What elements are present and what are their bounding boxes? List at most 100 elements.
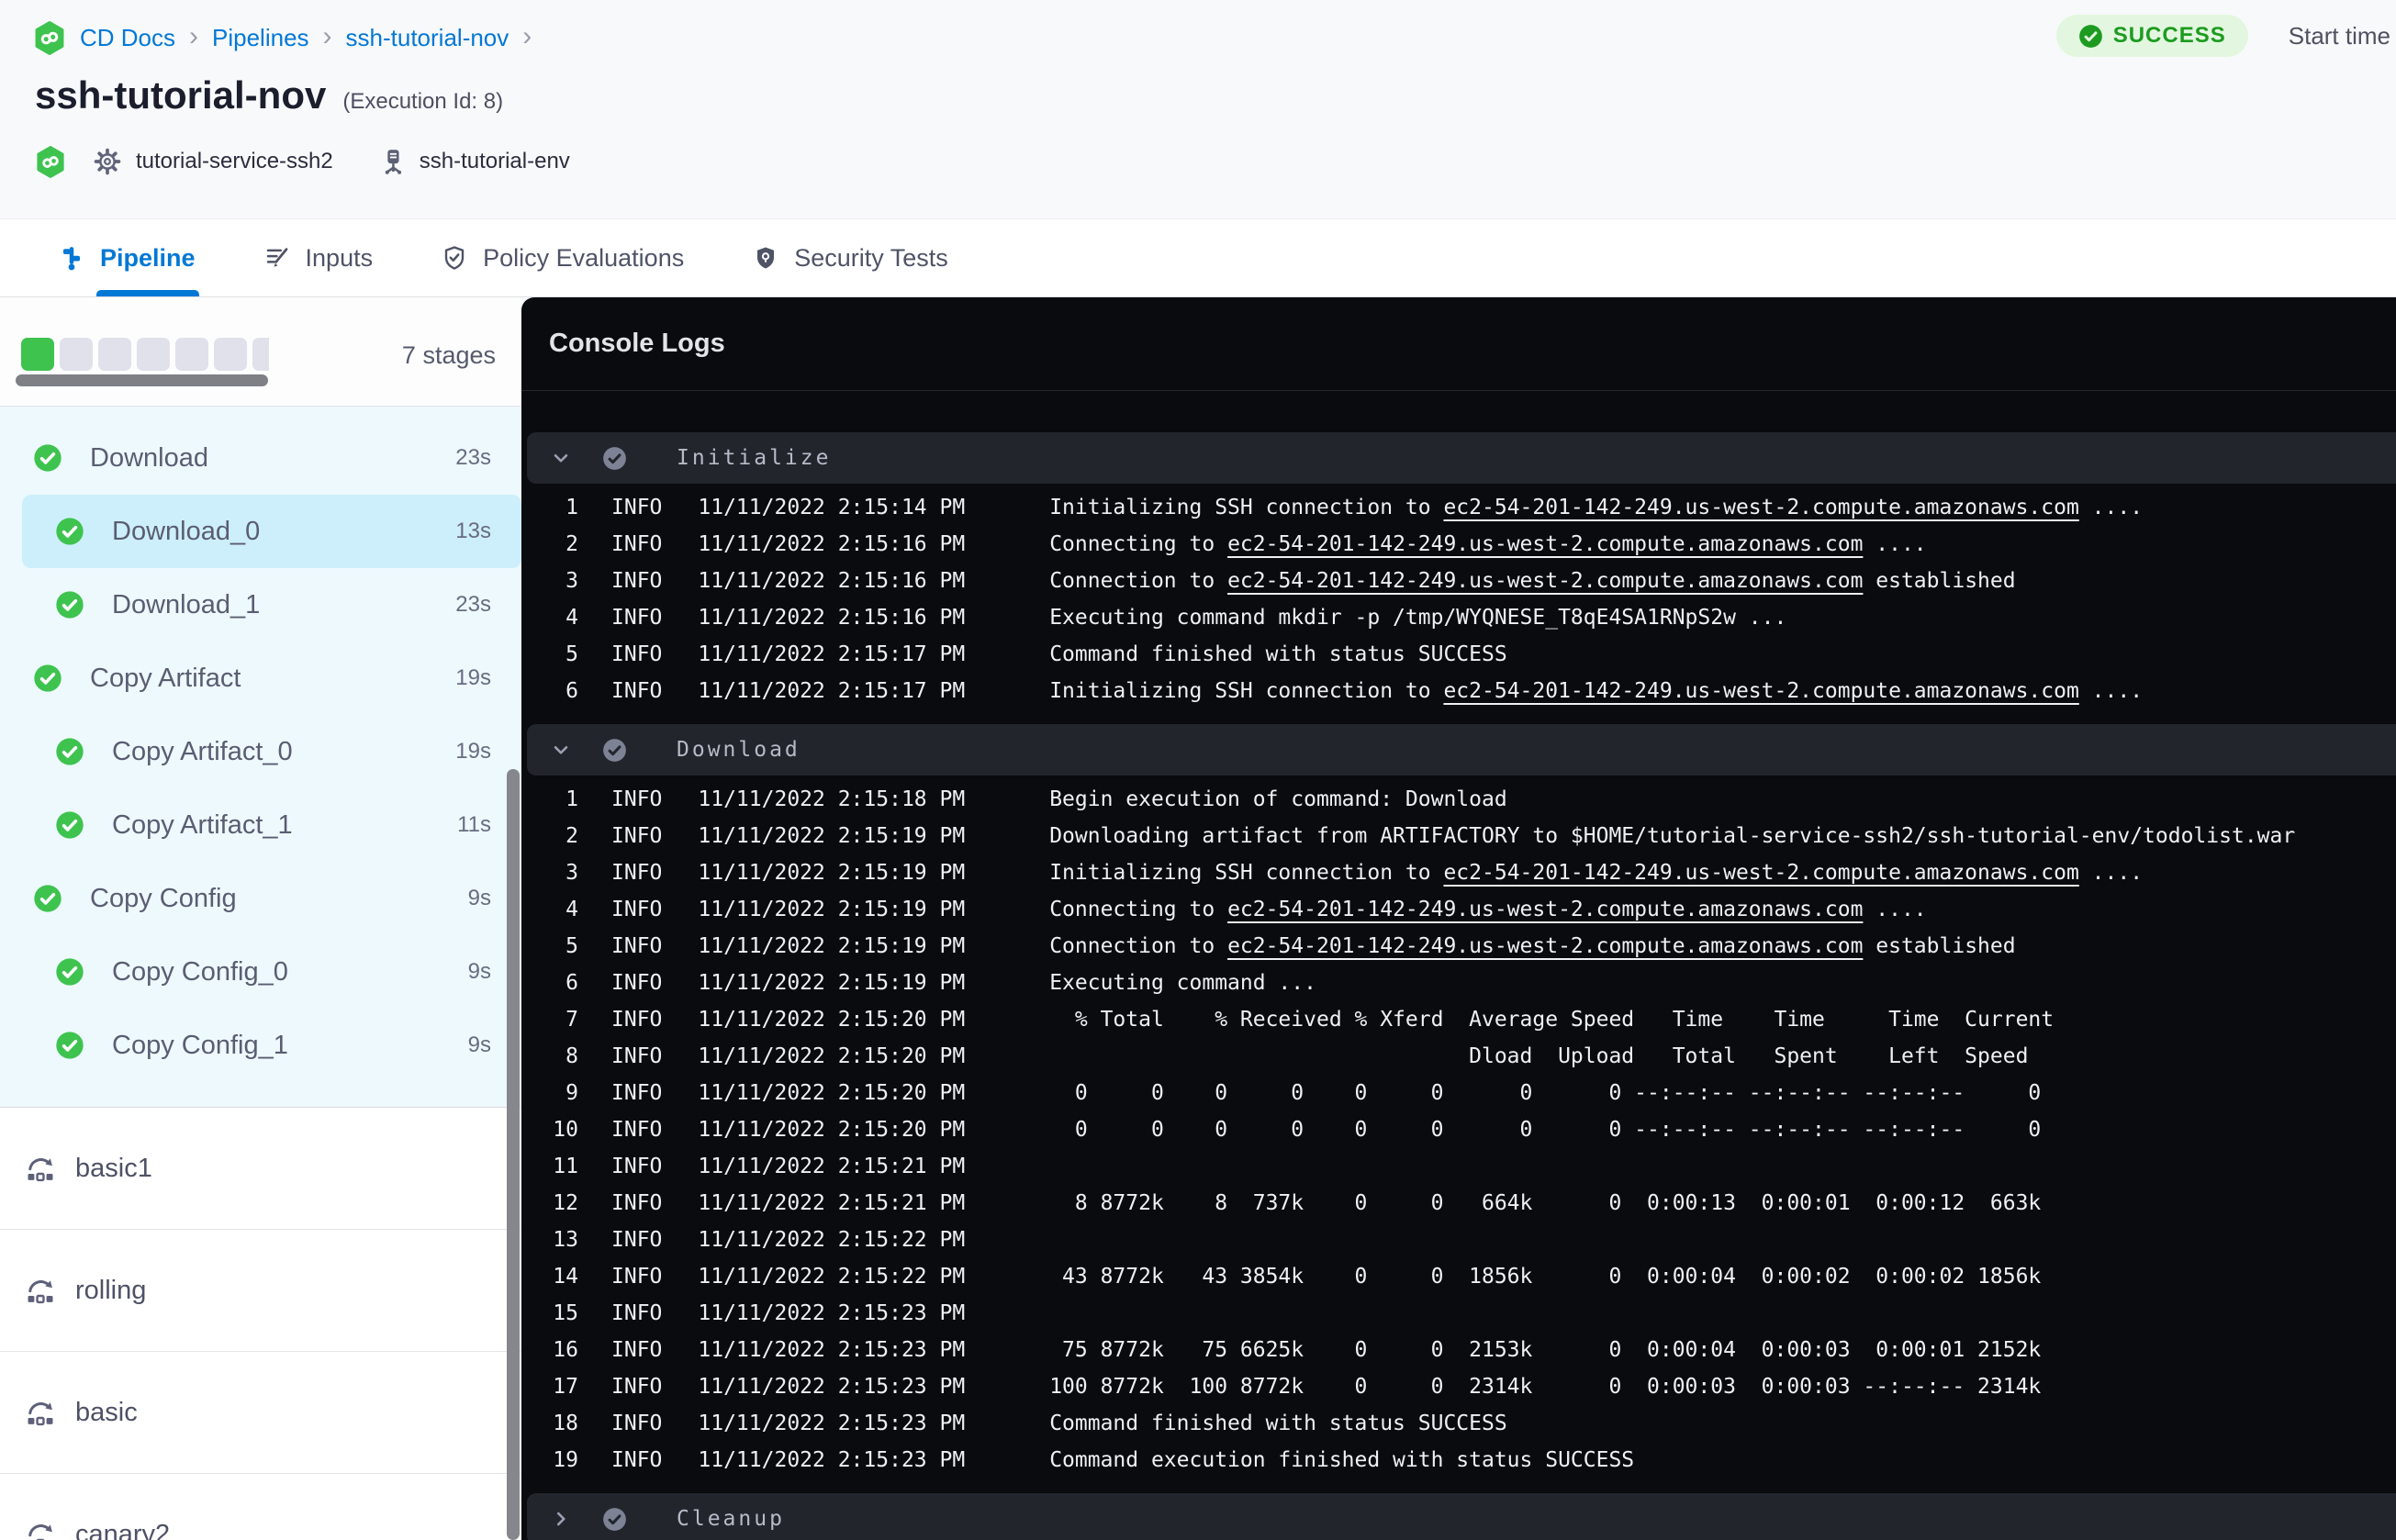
harness-module-icon (33, 20, 66, 56)
log-level: INFO (611, 679, 663, 703)
stage-duration: 9s (467, 1032, 491, 1057)
log-level: INFO (611, 606, 663, 630)
log-host-link[interactable]: ec2-54-201-142-249.us-west-2.compute.ama… (1443, 679, 2078, 703)
stage-group-icon (24, 1518, 57, 1540)
stage-name: Download_1 (112, 589, 261, 619)
log-host-link[interactable]: ec2-54-201-142-249.us-west-2.compute.ama… (1227, 934, 1863, 958)
stage-group-name: basic (75, 1397, 138, 1427)
stage-item-copy-artifact-0[interactable]: Copy Artifact_0 19s (0, 715, 521, 788)
stage-name: Copy Artifact_0 (112, 736, 293, 766)
inputs-icon (263, 244, 291, 272)
log-timestamp: 11/11/2022 2:15:23 PM (698, 1375, 966, 1399)
log-timestamp: 11/11/2022 2:15:16 PM (698, 532, 966, 556)
service-name[interactable]: tutorial-service-ssh2 (136, 149, 333, 174)
log-line-number: 14 (553, 1265, 578, 1289)
log-level: INFO (611, 1081, 663, 1105)
log-level: INFO (611, 1191, 663, 1215)
breadcrumb-link-pipelines[interactable]: Pipelines (212, 24, 309, 52)
breadcrumb-link-pipeline-name[interactable]: ssh-tutorial-nov (346, 24, 509, 52)
log-message: 0 0 0 0 0 0 0 0 --:--:-- --:--:-- --:--:… (1049, 1118, 2041, 1142)
start-time-label[interactable]: Start time (2289, 22, 2390, 50)
log-timestamp: 11/11/2022 2:15:20 PM (698, 1118, 966, 1142)
stage-item-copy-config-1[interactable]: Copy Config_1 9s (0, 1009, 521, 1082)
log-message: Connection to ec2-54-201-142-249.us-west… (1049, 569, 2015, 593)
log-host-link[interactable]: ec2-54-201-142-249.us-west-2.compute.ama… (1227, 569, 1863, 593)
service-environment-row: tutorial-service-ssh2 ssh-tutorial-env (35, 138, 570, 185)
log-line: 8 INFO 11/11/2022 2:15:20 PM Dload Upload … (521, 1038, 2396, 1075)
log-text: 0 0 0 0 0 0 0 0 --:--:-- --:--:-- --:--:… (1049, 1118, 2042, 1142)
log-message: Dload Upload Total Spent Left Speed (1049, 1044, 2028, 1068)
tab-policy-evaluations[interactable]: Policy Evaluations (441, 219, 684, 296)
log-host-link[interactable]: ec2-54-201-142-249.us-west-2.compute.ama… (1443, 861, 2078, 885)
log-section-header-initialize[interactable]: Initialize (527, 432, 2396, 484)
log-text: 100 8772k 100 8772k 0 0 2314k 0 0:00:03 … (1049, 1375, 2042, 1399)
page-title: ssh-tutorial-nov (35, 73, 327, 117)
log-line-number: 1 (565, 496, 578, 519)
vertical-scrollbar[interactable] (507, 769, 520, 1540)
log-line: 15 INFO 11/11/2022 2:15:23 PM (521, 1295, 2396, 1332)
log-text: .... (1863, 532, 1927, 556)
tab-label: Policy Evaluations (483, 243, 685, 272)
stage-name: Download (90, 442, 208, 473)
breadcrumb-separator-icon: › (322, 20, 332, 51)
check-circle-icon (33, 443, 62, 473)
stage-duration: 23s (455, 592, 491, 617)
horizontal-scrollbar[interactable] (16, 374, 268, 386)
stage-item-copy-config[interactable]: Copy Config 9s (0, 862, 521, 935)
stage-progress-squares (21, 338, 269, 373)
stage-item-copy-artifact-1[interactable]: Copy Artifact_1 11s (0, 788, 521, 862)
stage-item-download[interactable]: Download 23s (0, 421, 521, 495)
log-host-link[interactable]: ec2-54-201-142-249.us-west-2.compute.ama… (1227, 898, 1863, 921)
environment-name[interactable]: ssh-tutorial-env (420, 149, 570, 174)
check-circle-icon (33, 884, 62, 913)
tab-label: Pipeline (96, 219, 199, 296)
log-level: INFO (611, 1375, 663, 1399)
log-section-header-download[interactable]: Download (527, 724, 2396, 776)
check-circle-icon (55, 590, 84, 619)
tab-pipeline[interactable]: Pipeline (58, 219, 199, 296)
log-level: INFO (611, 971, 663, 995)
log-host-link[interactable]: ec2-54-201-142-249.us-west-2.compute.ama… (1227, 532, 1863, 556)
execution-id-label: (Execution Id: 8) (342, 89, 504, 114)
stage-group-rolling[interactable]: rolling (0, 1230, 521, 1352)
log-lines: 1 INFO 11/11/2022 2:15:18 PM Begin executio… (521, 776, 2396, 1484)
breadcrumb-link-cd-docs[interactable]: CD Docs (80, 24, 175, 52)
tab-inputs[interactable]: Inputs (263, 219, 373, 296)
log-section-header-cleanup[interactable]: Cleanup (527, 1493, 2396, 1540)
stage-item-download-0[interactable]: Download_0 13s (22, 495, 521, 568)
log-line: 5 INFO 11/11/2022 2:15:19 PM Connection to … (521, 928, 2396, 965)
log-line: 1 INFO 11/11/2022 2:15:18 PM Begin executio… (521, 781, 2396, 818)
log-text: .... (1863, 898, 1927, 921)
stage-group-basic[interactable]: basic (0, 1352, 521, 1474)
stage-item-copy-artifact[interactable]: Copy Artifact 19s (0, 642, 521, 715)
log-text: Executing command ... (1049, 971, 1316, 995)
log-section-title: Cleanup (677, 1507, 785, 1531)
log-level: INFO (611, 1448, 663, 1472)
stage-group-name: basic1 (75, 1153, 152, 1183)
log-message: Command finished with status SUCCESS (1049, 1412, 1507, 1435)
log-host-link[interactable]: ec2-54-201-142-249.us-west-2.compute.ama… (1443, 496, 2078, 519)
header-right: SUCCESS Start time (2055, 15, 2390, 57)
stage-duration: 9s (467, 886, 491, 910)
check-circle-icon (55, 810, 84, 840)
stage-group-canary2[interactable]: canary2 (0, 1474, 521, 1540)
stage-item-copy-config-0[interactable]: Copy Config_0 9s (0, 935, 521, 1009)
stage-progress-square (214, 338, 247, 371)
log-text: .... (2078, 679, 2144, 703)
log-text: Connection to (1049, 569, 1228, 593)
stage-name: Copy Artifact (90, 663, 241, 693)
log-timestamp: 11/11/2022 2:15:14 PM (698, 496, 966, 519)
log-line-number: 6 (565, 679, 578, 703)
log-line: 5 INFO 11/11/2022 2:15:17 PM Command finish… (521, 636, 2396, 673)
stage-group-basic1[interactable]: basic1 (0, 1108, 521, 1230)
log-message: Connecting to ec2-54-201-142-249.us-west… (1049, 898, 1926, 921)
log-line-number: 17 (553, 1375, 578, 1399)
stage-item-download-1[interactable]: Download_1 23s (0, 568, 521, 642)
log-message: Connecting to ec2-54-201-142-249.us-west… (1049, 532, 1926, 556)
log-timestamp: 11/11/2022 2:15:22 PM (698, 1265, 966, 1289)
console-sections: Initialize 1 INFO 11/11/2022 2:15:14 PM Init… (521, 432, 2396, 1540)
check-circle-icon (55, 517, 84, 546)
chevron-down-icon (549, 738, 573, 762)
tab-security-tests[interactable]: Security Tests (752, 219, 948, 296)
log-message: Executing command mkdir -p /tmp/WYQNESE_… (1049, 606, 1786, 630)
